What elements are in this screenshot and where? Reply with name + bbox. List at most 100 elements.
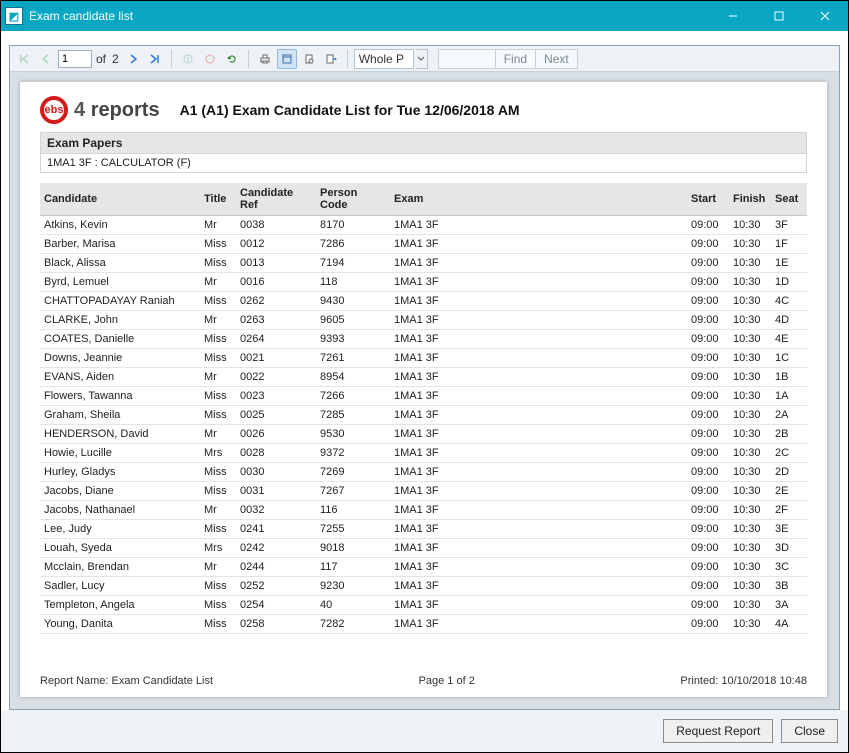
last-page-button[interactable] — [145, 49, 165, 69]
stop-button[interactable] — [200, 49, 220, 69]
report-viewer: of 2 Whole P Find Next — [9, 45, 840, 710]
page-setup-button[interactable] — [299, 49, 319, 69]
brand: ebs 4 reports — [40, 96, 160, 124]
cell-candidate: HENDERSON, David — [40, 425, 200, 444]
footer-report-name: Report Name: Exam Candidate List — [40, 675, 213, 687]
col-seat: Seat — [771, 183, 807, 216]
report-footer: Report Name: Exam Candidate List Page 1 … — [40, 675, 807, 687]
cell-ref: 0031 — [236, 482, 316, 501]
cell-seat: 4C — [771, 292, 807, 311]
cell-title: Miss — [200, 482, 236, 501]
window-controls — [710, 1, 848, 31]
maximize-button[interactable] — [756, 1, 802, 31]
search-input[interactable] — [439, 50, 495, 68]
cell-title: Mrs — [200, 539, 236, 558]
cell-seat: 4D — [771, 311, 807, 330]
cell-start: 09:00 — [687, 235, 729, 254]
cell-title: Miss — [200, 292, 236, 311]
request-report-button[interactable]: Request Report — [663, 719, 773, 743]
close-window-button[interactable] — [802, 1, 848, 31]
cell-start: 09:00 — [687, 596, 729, 615]
cell-exam: 1MA1 3F — [390, 273, 687, 292]
cell-seat: 1D — [771, 273, 807, 292]
first-page-button[interactable] — [14, 49, 34, 69]
brand-text: 4 reports — [74, 99, 160, 122]
cell-exam: 1MA1 3F — [390, 330, 687, 349]
cell-start: 09:00 — [687, 615, 729, 634]
cell-person: 40 — [316, 596, 390, 615]
cell-finish: 10:30 — [729, 292, 771, 311]
cell-ref: 0258 — [236, 615, 316, 634]
cell-ref: 0264 — [236, 330, 316, 349]
table-row: Young, DanitaMiss025872821MA1 3F09:0010:… — [40, 615, 807, 634]
table-row: Byrd, LemuelMr00161181MA1 3F09:0010:301D — [40, 273, 807, 292]
cell-start: 09:00 — [687, 577, 729, 596]
cell-candidate: Mcclain, Brendan — [40, 558, 200, 577]
app-icon: ◩ — [5, 7, 23, 25]
cell-finish: 10:30 — [729, 235, 771, 254]
cell-seat: 1C — [771, 349, 807, 368]
cell-finish: 10:30 — [729, 387, 771, 406]
minimize-button[interactable] — [710, 1, 756, 31]
cell-person: 8954 — [316, 368, 390, 387]
window-title: Exam candidate list — [29, 9, 710, 23]
table-row: Flowers, TawannaMiss002372661MA1 3F09:00… — [40, 387, 807, 406]
cell-person: 8170 — [316, 216, 390, 235]
back-button[interactable] — [178, 49, 198, 69]
cell-seat: 2F — [771, 501, 807, 520]
report-header: ebs 4 reports A1 (A1) Exam Candidate Lis… — [40, 96, 807, 124]
find-next-button[interactable]: Next — [535, 50, 577, 68]
cell-exam: 1MA1 3F — [390, 501, 687, 520]
zoom-value: Whole P — [359, 52, 404, 66]
cell-seat: 2B — [771, 425, 807, 444]
zoom-select-arrow[interactable] — [416, 49, 428, 69]
cell-ref: 0263 — [236, 311, 316, 330]
cell-finish: 10:30 — [729, 482, 771, 501]
cell-person: 7285 — [316, 406, 390, 425]
cell-finish: 10:30 — [729, 368, 771, 387]
col-finish: Finish — [729, 183, 771, 216]
cell-exam: 1MA1 3F — [390, 292, 687, 311]
cell-seat: 3E — [771, 520, 807, 539]
brand-reports: reports — [91, 99, 160, 121]
cell-candidate: COATES, Danielle — [40, 330, 200, 349]
cell-finish: 10:30 — [729, 615, 771, 634]
cell-title: Miss — [200, 463, 236, 482]
cell-title: Mr — [200, 558, 236, 577]
cell-candidate: Black, Alissa — [40, 254, 200, 273]
cell-title: Miss — [200, 406, 236, 425]
cell-finish: 10:30 — [729, 558, 771, 577]
cell-title: Miss — [200, 387, 236, 406]
report-scroll-area[interactable]: ebs 4 reports A1 (A1) Exam Candidate Lis… — [10, 72, 839, 709]
cell-start: 09:00 — [687, 330, 729, 349]
cell-finish: 10:30 — [729, 425, 771, 444]
cell-seat: 1F — [771, 235, 807, 254]
cell-finish: 10:30 — [729, 254, 771, 273]
cell-ref: 0241 — [236, 520, 316, 539]
refresh-button[interactable] — [222, 49, 242, 69]
cell-person: 7194 — [316, 254, 390, 273]
cell-start: 09:00 — [687, 425, 729, 444]
table-row: Mcclain, BrendanMr02441171MA1 3F09:0010:… — [40, 558, 807, 577]
prev-page-button[interactable] — [36, 49, 56, 69]
table-row: Hurley, GladysMiss003072691MA1 3F09:0010… — [40, 463, 807, 482]
print-button[interactable] — [255, 49, 275, 69]
export-button[interactable] — [321, 49, 341, 69]
cell-ref: 0013 — [236, 254, 316, 273]
cell-seat: 3B — [771, 577, 807, 596]
cell-finish: 10:30 — [729, 406, 771, 425]
cell-start: 09:00 — [687, 539, 729, 558]
close-button[interactable]: Close — [781, 719, 838, 743]
next-page-button[interactable] — [123, 49, 143, 69]
table-header-row: Candidate Title Candidate Ref Person Cod… — [40, 183, 807, 216]
cell-exam: 1MA1 3F — [390, 216, 687, 235]
cell-finish: 10:30 — [729, 463, 771, 482]
zoom-select[interactable]: Whole P — [354, 49, 414, 69]
page-number-input[interactable] — [58, 50, 92, 68]
cell-finish: 10:30 — [729, 216, 771, 235]
cell-exam: 1MA1 3F — [390, 425, 687, 444]
table-row: Lee, JudyMiss024172551MA1 3F09:0010:303E — [40, 520, 807, 539]
print-layout-button[interactable] — [277, 49, 297, 69]
find-button[interactable]: Find — [495, 50, 535, 68]
cell-candidate: Louah, Syeda — [40, 539, 200, 558]
